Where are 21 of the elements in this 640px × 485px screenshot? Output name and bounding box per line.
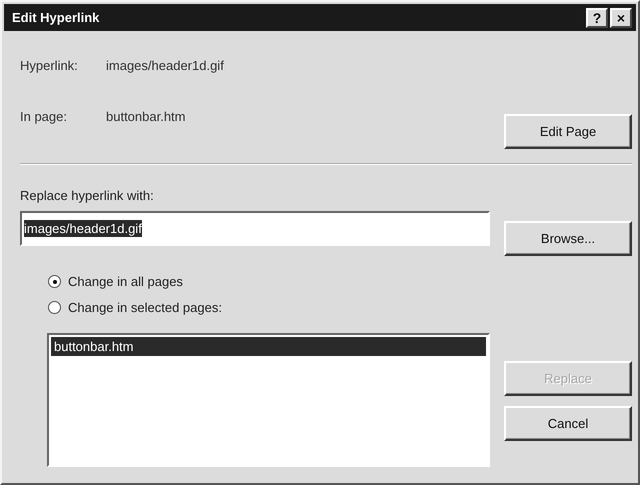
field-value: images/header1d.gif bbox=[24, 220, 142, 238]
help-button[interactable]: ? bbox=[586, 8, 608, 28]
window-title: Edit Hyperlink bbox=[12, 10, 100, 25]
field-label: In page: bbox=[20, 108, 68, 124]
field-value: images/header1d.gif bbox=[106, 58, 224, 72]
radio-button[interactable] bbox=[48, 301, 61, 314]
input-field[interactable]: images/header1d.gif bbox=[20, 211, 490, 246]
radio-label: Change in all pages bbox=[68, 274, 183, 290]
field-label: Replace hyperlink with: bbox=[20, 187, 155, 206]
field-label: Hyperlink: bbox=[20, 58, 79, 72]
close-button[interactable]: × bbox=[610, 8, 632, 28]
list-item[interactable]: buttonbar.htm bbox=[51, 337, 486, 356]
radio-label: Change in selected pages: bbox=[68, 300, 222, 316]
radio-option[interactable]: Change in selected pages: bbox=[48, 300, 490, 316]
cancel-button[interactable]: Cancel bbox=[504, 406, 632, 442]
radio-button[interactable] bbox=[48, 275, 61, 288]
edit-page-button[interactable]: Edit Page bbox=[504, 114, 632, 149]
browse-button[interactable]: Browse... bbox=[504, 221, 632, 256]
pages-list[interactable]: buttonbar.htm bbox=[47, 333, 490, 468]
field-value: buttonbar.htm bbox=[106, 108, 186, 124]
radio-option[interactable]: Change in all pages bbox=[48, 274, 490, 290]
